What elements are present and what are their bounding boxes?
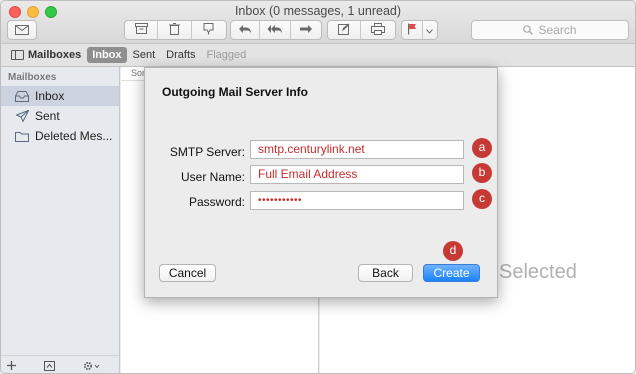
gear-icon: [83, 361, 100, 371]
no-message-selected-text: Selected: [499, 261, 577, 283]
smtp-server-field[interactable]: smtp.centurylink.net: [250, 140, 464, 159]
callout-badge-c: c: [472, 189, 492, 209]
compose-button[interactable]: [7, 20, 37, 40]
password-field[interactable]: •••••••••••: [250, 191, 464, 210]
reply-group: [230, 20, 322, 40]
favorites-flagged[interactable]: Flagged: [202, 47, 252, 63]
sidebar-footer: [1, 355, 119, 373]
favorites-bar: Mailboxes Inbox Sent Drafts Flagged: [1, 43, 635, 67]
search-placeholder: Search: [538, 23, 577, 37]
forward-button[interactable]: [291, 21, 321, 39]
flag-icon: [407, 23, 417, 38]
favorites-sent[interactable]: Sent: [128, 47, 161, 63]
outgoing-server-sheet: Outgoing Mail Server Info SMTP Server: s…: [144, 67, 498, 298]
title-toolbar: Inbox (0 messages, 1 unread) Search: [1, 1, 635, 43]
sidebar-heading: Mailboxes: [8, 72, 57, 83]
smtp-server-label: SMTP Server:: [169, 145, 245, 159]
chevron-down-icon: [426, 23, 434, 37]
print-button[interactable]: [361, 21, 395, 39]
reply-all-icon: [267, 23, 283, 37]
archive-icon: [134, 23, 148, 37]
new-note-icon: [338, 23, 350, 38]
reply-button[interactable]: [231, 21, 261, 39]
delete-button[interactable]: [158, 21, 192, 39]
back-button[interactable]: Back: [358, 264, 413, 282]
sidebar-toggle-icon: [11, 50, 24, 60]
junk-button[interactable]: [192, 21, 226, 39]
show-activity-button[interactable]: [44, 360, 69, 371]
archive-delete-junk-group: [124, 20, 227, 40]
add-mailbox-button[interactable]: [7, 361, 30, 370]
archive-button[interactable]: [125, 21, 159, 39]
search-field[interactable]: Search: [471, 20, 629, 40]
note-print-group: [327, 20, 396, 40]
cancel-button[interactable]: Cancel: [159, 264, 216, 282]
flag-group: [401, 20, 438, 40]
sidebar-item-label: Sent: [35, 109, 60, 123]
sidebar-item-deleted[interactable]: Deleted Mes...: [1, 126, 119, 146]
callout-badge-a: a: [472, 138, 492, 158]
search-icon: [523, 25, 534, 35]
paper-plane-icon: [15, 110, 29, 122]
activity-icon: [44, 360, 55, 371]
mail-window: Inbox (0 messages, 1 unread) Search Mail…: [0, 0, 636, 374]
folder-icon: [15, 130, 29, 142]
create-button[interactable]: Create: [423, 264, 480, 282]
window-title: Inbox (0 messages, 1 unread): [234, 4, 402, 18]
reply-icon: [238, 23, 252, 37]
sidebar-item-label: Deleted Mes...: [35, 129, 113, 143]
favorites-mailboxes-label: Mailboxes: [28, 49, 82, 61]
new-note-button[interactable]: [328, 21, 362, 39]
junk-icon: [202, 22, 215, 38]
sidebar-item-sent[interactable]: Sent: [1, 106, 119, 126]
favorites-mailboxes-button[interactable]: Mailboxes: [1, 47, 86, 63]
forward-icon: [299, 23, 313, 37]
action-menu-button[interactable]: [83, 361, 114, 371]
flag-button[interactable]: [402, 21, 423, 39]
trash-icon: [169, 22, 181, 38]
user-name-label: User Name:: [180, 170, 245, 184]
callout-badge-b: b: [472, 163, 492, 183]
plus-icon: [7, 361, 16, 370]
reply-all-button[interactable]: [260, 21, 291, 39]
print-icon: [371, 22, 386, 38]
flag-menu-button[interactable]: [423, 21, 437, 39]
mailbox-sidebar: Mailboxes Inbox Sent Deleted Mes...: [1, 67, 120, 373]
compose-icon: [15, 25, 29, 35]
callout-badge-d: d: [443, 241, 463, 261]
sidebar-item-label: Inbox: [35, 89, 65, 103]
sidebar-item-inbox[interactable]: Inbox: [1, 86, 119, 106]
favorites-drafts[interactable]: Drafts: [161, 47, 200, 63]
user-name-field[interactable]: Full Email Address: [250, 165, 464, 184]
inbox-icon: [15, 90, 29, 102]
sheet-title: Outgoing Mail Server Info: [162, 85, 309, 99]
password-label: Password:: [188, 195, 245, 209]
favorites-inbox[interactable]: Inbox: [87, 47, 127, 63]
